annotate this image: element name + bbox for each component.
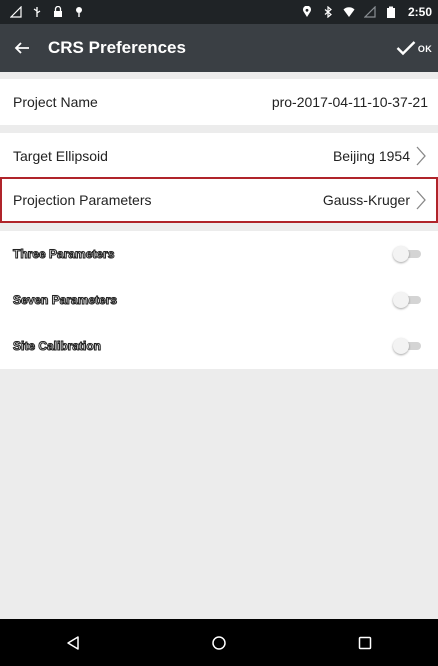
- site-calibration-label: Site Calibration: [13, 339, 102, 354]
- back-button[interactable]: [0, 24, 46, 72]
- checkmark-icon: [396, 41, 416, 56]
- status-bar: 2:50: [0, 0, 438, 24]
- project-name-row[interactable]: Project Name pro-2017-04-11-10-37-21: [0, 79, 438, 125]
- lock-icon: [54, 6, 62, 17]
- status-icons-right: 2:50: [301, 5, 432, 19]
- target-ellipsoid-value: Beijing 1954: [332, 148, 410, 164]
- wifi-icon: [343, 7, 355, 17]
- navigation-bar: [0, 619, 438, 666]
- seven-parameters-label: Seven Parameters: [13, 293, 118, 308]
- projection-parameters-value: Gauss-Kruger: [322, 192, 410, 208]
- page-title: CRS Preferences: [48, 38, 186, 57]
- projection-parameters-label: Projection Parameters: [13, 192, 152, 208]
- chevron-right-icon: [416, 190, 426, 210]
- nav-home-button[interactable]: [199, 623, 239, 663]
- target-ellipsoid-row[interactable]: Target Ellipsoid Beijing 1954: [0, 133, 438, 179]
- three-parameters-label: Three Parameters: [13, 247, 115, 262]
- seven-parameters-toggle[interactable]: [393, 292, 423, 308]
- bluetooth-icon: [324, 6, 332, 18]
- status-time: 2:50: [407, 5, 432, 19]
- seven-parameters-row: Seven Parameters: [0, 277, 438, 323]
- location-icon: [302, 6, 311, 17]
- nav-back-button[interactable]: [53, 623, 93, 663]
- usb-icon: [33, 7, 41, 17]
- back-triangle-icon: [67, 635, 79, 650]
- no-sim-icon: [363, 6, 376, 18]
- chevron-right-icon: [416, 146, 426, 166]
- site-calibration-row: Site Calibration: [0, 323, 438, 369]
- site-calibration-toggle[interactable]: [393, 338, 423, 354]
- status-icons-left: [10, 6, 85, 18]
- toggle-thumb: [393, 292, 409, 308]
- project-name-value: pro-2017-04-11-10-37-21: [271, 94, 428, 110]
- three-parameters-row: Three Parameters: [0, 231, 438, 277]
- three-parameters-toggle[interactable]: [393, 246, 423, 262]
- ok-button[interactable]: OK: [396, 24, 432, 72]
- nav-recents-button[interactable]: [345, 623, 385, 663]
- app-bar: CRS Preferences OK: [0, 24, 438, 72]
- arrow-left-icon: [14, 42, 29, 54]
- battery-icon: [386, 6, 395, 18]
- target-ellipsoid-label: Target Ellipsoid: [13, 148, 108, 164]
- projection-parameters-row[interactable]: Projection Parameters Gauss-Kruger: [0, 177, 438, 223]
- project-name-label: Project Name: [13, 94, 98, 110]
- signal-icon: [10, 6, 22, 18]
- recents-square-icon: [358, 636, 372, 649]
- toggle-thumb: [393, 338, 409, 354]
- ok-label: OK: [417, 44, 432, 54]
- home-circle-icon: [212, 635, 226, 650]
- location-pin-icon: [76, 7, 82, 17]
- toggle-thumb: [393, 246, 409, 262]
